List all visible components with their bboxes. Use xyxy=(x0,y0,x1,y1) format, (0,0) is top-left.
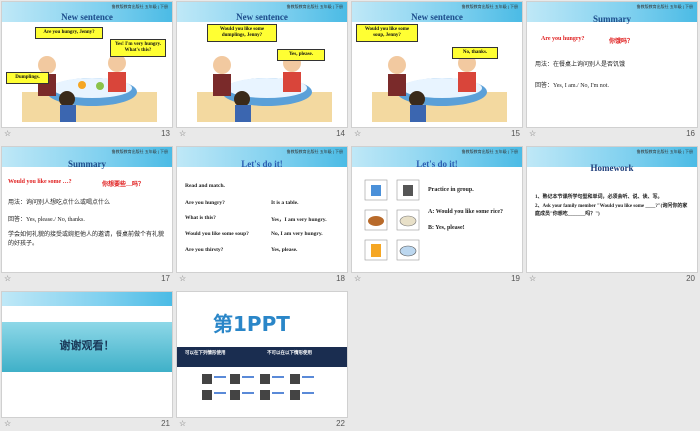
homework-item: 1、熟记本节课所学句型和单词，必须会听、说、读、写。 xyxy=(535,195,663,200)
slide-number: 20 xyxy=(686,274,695,283)
slide-meta: 鲁教版教育出版社 五年级 | 下册 xyxy=(111,149,168,154)
star-icon[interactable]: ☆ xyxy=(4,274,11,283)
match-left-item: What is this? xyxy=(185,215,216,221)
allowed-title: 可以在下列情形使用 xyxy=(185,350,226,355)
slide-thumb-19[interactable]: 鲁教版教育出版社 五年级 | 下册 Let's do it! Practice … xyxy=(352,147,522,286)
match-left-item: Would you like some soup? xyxy=(185,231,249,237)
slide-number: 15 xyxy=(511,129,520,138)
food-icons-grid xyxy=(364,179,420,261)
slide-number: 19 xyxy=(511,274,520,283)
summary-answer: 回答：Yes, please./ No, thanks. xyxy=(8,217,85,223)
match-right-item: Yes，I am very hungry. xyxy=(271,217,327,223)
match-right-item: No, I am very hungry. xyxy=(271,231,323,237)
slide-thumb-13[interactable]: 鲁教版教育出版社 五年级 | 下册 New sentence Are you h… xyxy=(2,2,172,141)
slide-meta: 鲁教版教育出版社 五年级 | 下册 xyxy=(636,149,693,154)
slide-thumb-16[interactable]: 鲁教版教育出版社 五年级 | 下册 Summary Are you hungry… xyxy=(527,2,697,141)
match-left-item: Are you hungry? xyxy=(185,200,225,206)
slide-thumb-20[interactable]: 鲁教版教育出版社 五年级 | 下册 Homework 1、熟记本节课所学句型和单… xyxy=(527,147,697,286)
summary-question-zh: 你饿吗？ xyxy=(609,39,634,45)
slide-number: 16 xyxy=(686,129,695,138)
thanks-text: 谢谢观看！ xyxy=(59,339,115,352)
speech-bubble: No, thanks. xyxy=(452,47,498,59)
match-right-item: It is a table. xyxy=(271,200,299,206)
slide-number: 14 xyxy=(336,129,345,138)
slide-thumb-22[interactable]: 第1PPT 可以在下列情形使用 不可以在以下情形使用 ☆ 22 xyxy=(177,292,347,431)
star-icon[interactable]: ☆ xyxy=(354,129,361,138)
summary-question-en: Are you hungry? xyxy=(541,36,585,42)
speech-bubble: Would you like some dumplings, Jenny? xyxy=(207,24,277,42)
speech-bubble: Would you like some soup, Jenny? xyxy=(356,24,418,42)
slide-title: Summary xyxy=(593,14,631,24)
slide-thumb-21[interactable]: 谢谢观看！ ☆ 21 xyxy=(2,292,172,431)
star-icon[interactable]: ☆ xyxy=(529,129,536,138)
practice-instruction: Practice in group. xyxy=(428,187,474,193)
slide-title: Homework xyxy=(590,163,634,173)
summary-question-zh: 你想要些…吗？ xyxy=(102,182,145,188)
slide-number: 21 xyxy=(161,419,170,428)
slide-thumb-18[interactable]: 鲁教版教育出版社 五年级 | 下册 Let's do it! Read and … xyxy=(177,147,347,286)
slide-meta: 鲁教版教育出版社 五年级 | 下册 xyxy=(286,149,343,154)
slide-meta: 鲁教版教育出版社 五年级 | 下册 xyxy=(286,4,343,9)
star-icon[interactable]: ☆ xyxy=(179,419,186,428)
slide-meta: 鲁教版教育出版社 五年级 | 下册 xyxy=(111,4,168,9)
summary-usage: 用法：在餐桌上询问别人是否饥饿 xyxy=(535,62,626,68)
slide-title: Summary xyxy=(68,159,106,169)
slide-title: New sentence xyxy=(61,12,113,22)
speech-bubble: Yes, please. xyxy=(277,49,325,61)
slide-number: 18 xyxy=(336,274,345,283)
match-right-item: Yes, please. xyxy=(271,247,298,253)
slide-meta: 鲁教版教育出版社 五年级 | 下册 xyxy=(461,149,518,154)
summary-note: 学会如何礼貌的接受或婉拒他人的邀请，餐桌前做个有礼貌的好孩子。 xyxy=(8,232,165,247)
star-icon[interactable]: ☆ xyxy=(4,419,11,428)
summary-answer: 回答：Yes, I am./ No, I'm not. xyxy=(535,83,609,89)
qr-code-grid xyxy=(202,374,314,400)
not-allowed-title: 不可以在以下情形使用 xyxy=(267,350,312,355)
slide-number: 13 xyxy=(161,129,170,138)
homework-item: 2、Ask your family member "Would you like… xyxy=(535,204,688,217)
slide-thumb-17[interactable]: 鲁教版教育出版社 五年级 | 下册 Summary Would you like… xyxy=(2,147,172,286)
dialogue-line-b: B: Yes, please! xyxy=(428,225,465,231)
star-icon[interactable]: ☆ xyxy=(4,129,11,138)
speech-bubble: Yes! I'm very hungry. What's this? xyxy=(110,39,166,57)
slide-number: 17 xyxy=(161,274,170,283)
match-instruction: Read and match. xyxy=(185,183,225,189)
speech-bubble: Dumplings. xyxy=(6,72,49,84)
star-icon[interactable]: ☆ xyxy=(179,129,186,138)
slide-title: Let's do it! xyxy=(416,159,458,169)
slide-title: Let's do it! xyxy=(241,159,283,169)
slide-header-bar xyxy=(2,292,172,306)
star-icon[interactable]: ☆ xyxy=(179,274,186,283)
speech-bubble: Are you hungry, Jenny? xyxy=(35,27,103,39)
summary-question-en: Would you like some …? xyxy=(8,179,72,185)
slide-number: 22 xyxy=(336,419,345,428)
star-icon[interactable]: ☆ xyxy=(354,274,361,283)
dialogue-line-a: A: Would you like some rice? xyxy=(428,209,504,215)
slide-thumb-14[interactable]: 鲁教版教育出版社 五年级 | 下册 New sentence Would you… xyxy=(177,2,347,141)
ppt-logo: 第1PPT xyxy=(213,312,290,336)
slide-title: New sentence xyxy=(411,12,463,22)
star-icon[interactable]: ☆ xyxy=(529,274,536,283)
summary-usage: 用法：询问别人想吃点什么或喝点什么 xyxy=(8,200,111,206)
slide-meta: 鲁教版教育出版社 五年级 | 下册 xyxy=(461,4,518,9)
slide-title: New sentence xyxy=(236,12,288,22)
slide-thumb-15[interactable]: 鲁教版教育出版社 五年级 | 下册 New sentence Would you… xyxy=(352,2,522,141)
match-left-item: Are you thirsty? xyxy=(185,247,224,253)
slide-meta: 鲁教版教育出版社 五年级 | 下册 xyxy=(636,4,693,9)
